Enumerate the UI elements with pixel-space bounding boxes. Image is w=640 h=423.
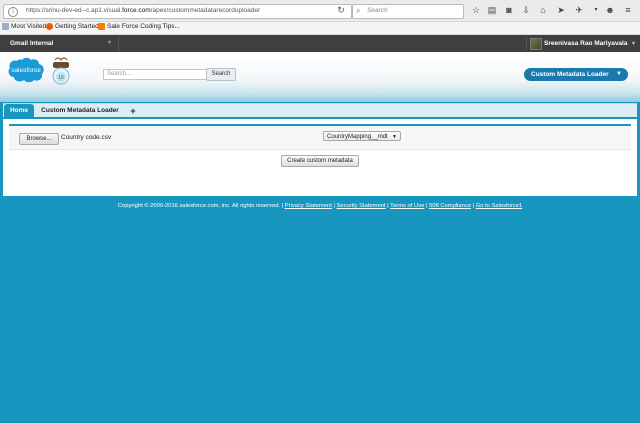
mascot-icon: 16: [52, 57, 70, 85]
extension-icon[interactable]: ✈: [573, 4, 585, 16]
browse-button[interactable]: Browse...: [19, 133, 59, 145]
bookmark-star-icon[interactable]: ☆: [470, 4, 482, 16]
reading-list-icon[interactable]: ▤: [486, 4, 498, 16]
compliance-link[interactable]: 508 Compliance: [429, 203, 471, 209]
browser-toolbar: i https://srinu-dev-ed--c.ap1.visual.for…: [0, 0, 640, 22]
search-icon: ⌕: [356, 6, 361, 15]
app-menu[interactable]: Gmail Internal ▾: [0, 35, 119, 52]
bookmark-getting-started[interactable]: Getting Started: [46, 23, 99, 30]
pocket-icon[interactable]: ◙: [503, 4, 515, 16]
chevron-down-icon: ▾: [632, 41, 636, 47]
user-menu[interactable]: Sreenivasa Rao Mariyavala ▾: [526, 37, 640, 50]
bookmarks-toolbar: Most Visited Getting Started Sale Force …: [0, 22, 640, 35]
selected-file-name: Country code.csv: [61, 134, 112, 141]
tab-home[interactable]: Home: [4, 104, 34, 118]
home-icon[interactable]: ⌂: [537, 4, 549, 16]
chevron-down-icon: ▼: [616, 71, 622, 77]
chevron-down-icon: ▼: [392, 134, 397, 140]
app-switcher-button[interactable]: Custom Metadata Loader ▼: [524, 68, 628, 81]
bookmark-most-visited[interactable]: Most Visited: [2, 23, 46, 30]
copyright-text: Copyright © 2000-2016 salesforce.com, in…: [117, 203, 284, 209]
download-icon[interactable]: ⇩: [520, 4, 532, 16]
add-tab-icon[interactable]: +: [127, 104, 139, 118]
svg-text:salesforce: salesforce: [11, 67, 41, 74]
salesforce1-link[interactable]: Go to Salesforce1: [476, 203, 522, 209]
chevron-down-icon[interactable]: ▾: [590, 4, 602, 16]
menu-icon[interactable]: ≡: [622, 4, 634, 16]
search-button[interactable]: Search: [206, 68, 236, 81]
metadata-type-select[interactable]: CountryMapping__mdt ▼: [323, 131, 401, 141]
salesforce-logo[interactable]: salesforce: [5, 56, 46, 84]
terms-link[interactable]: Terms of Use: [390, 203, 424, 209]
svg-text:16: 16: [58, 75, 64, 81]
url-text: https://srinu-dev-ed--c.ap1.visual.force…: [26, 7, 261, 14]
browser-search-input[interactable]: ⌕ Search: [352, 4, 464, 19]
reload-icon[interactable]: ↻: [335, 5, 347, 16]
info-icon[interactable]: i: [8, 7, 18, 17]
footer: Copyright © 2000-2016 salesforce.com, in…: [117, 203, 523, 209]
sf-global-header: Gmail Internal ▾ Sreenivasa Rao Mariyava…: [0, 35, 640, 52]
tab-custom-metadata-loader[interactable]: Custom Metadata Loader: [36, 104, 124, 118]
avatar: [530, 38, 542, 50]
privacy-link[interactable]: Privacy Statement: [285, 203, 332, 209]
tab-bar: Home Custom Metadata Loader +: [3, 103, 637, 118]
blogger-icon: [98, 23, 105, 30]
security-link[interactable]: Security Statement: [337, 203, 386, 209]
sf-header: salesforce 16 Search... Search Custom Me…: [0, 52, 640, 102]
chevron-down-icon: ▾: [108, 40, 112, 46]
send-icon[interactable]: ➤: [555, 4, 567, 16]
gear-icon: [2, 23, 9, 30]
bookmark-salesforce-tips[interactable]: Sale Force Coding Tips...: [98, 23, 180, 30]
firefox-icon: [46, 23, 53, 30]
address-bar[interactable]: i https://srinu-dev-ed--c.ap1.visual.for…: [3, 4, 352, 19]
chat-icon[interactable]: ☻: [604, 4, 616, 16]
create-metadata-button[interactable]: Create custom metadata: [281, 155, 359, 167]
search-input[interactable]: Search...: [103, 69, 209, 80]
